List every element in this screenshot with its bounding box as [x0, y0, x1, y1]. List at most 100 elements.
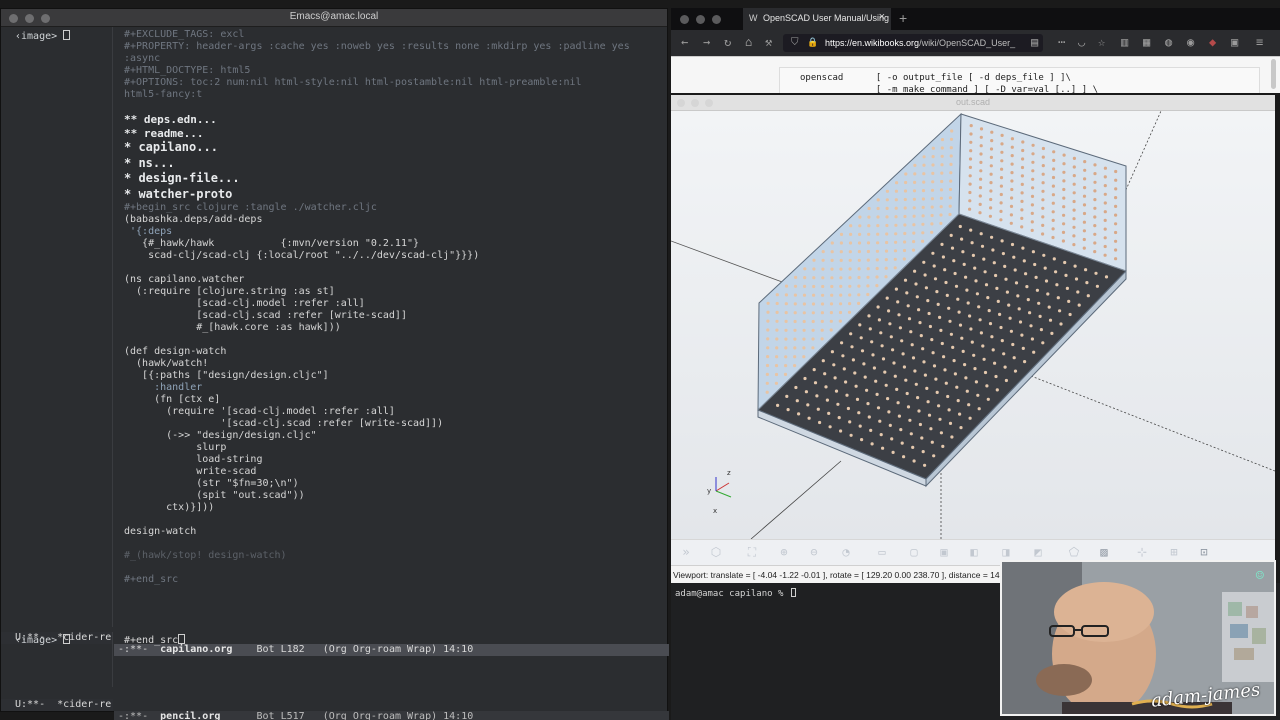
floor-holes — [1021, 346, 1025, 350]
close-tab-icon[interactable]: × — [879, 11, 885, 23]
zoom-window-icon[interactable] — [712, 15, 721, 24]
floor-holes — [825, 398, 829, 402]
code-line: write-scad — [124, 466, 257, 477]
left-wall-holes — [793, 302, 797, 306]
left-wall-holes — [858, 224, 862, 228]
orthogonal-icon[interactable]: ▨ — [1097, 545, 1111, 559]
left-wall-holes — [911, 248, 916, 252]
back-wall-holes — [1021, 140, 1025, 144]
reader-view-icon[interactable]: ▤ — [1031, 36, 1038, 48]
left-wall-holes — [775, 301, 779, 306]
left-wall-holes — [912, 189, 917, 193]
cider-repl-pane[interactable]: ‹image> — [1, 27, 113, 627]
render-icon[interactable]: ⬡ — [709, 545, 723, 559]
bookmark-star-icon[interactable]: ☆ — [1098, 36, 1105, 48]
view-right-icon[interactable]: ▭ — [875, 545, 889, 559]
back-wall-holes — [979, 135, 983, 139]
view-front-icon[interactable]: ◨ — [999, 545, 1013, 559]
pencil-buffer[interactable]: #+end_src — [124, 634, 186, 646]
cider-repl-pane-lower[interactable]: ‹image> — [1, 632, 113, 687]
floor-holes — [923, 373, 927, 377]
floor-holes — [954, 284, 959, 288]
floor-holes — [837, 416, 841, 420]
pencil-end-src: #+end_src — [124, 635, 179, 646]
code-line: #_[hawk.core :as hawk])) — [124, 322, 341, 333]
preview-icon[interactable]: » — [679, 545, 693, 559]
perspective-icon[interactable]: ⬠ — [1067, 545, 1081, 559]
zoom-in-icon[interactable]: ⊕ — [777, 545, 791, 559]
view-all-icon[interactable]: ⛶ — [745, 545, 759, 559]
view-top-icon[interactable]: ▢ — [907, 545, 921, 559]
back-wall-holes — [1114, 178, 1118, 182]
left-wall-holes — [820, 302, 825, 306]
left-wall-holes — [821, 276, 825, 280]
floor-holes — [944, 381, 948, 385]
left-wall-holes — [912, 214, 916, 218]
left-wall-holes — [821, 293, 825, 297]
back-wall-holes — [1010, 145, 1014, 149]
show-edges-icon[interactable]: ⊡ — [1197, 545, 1211, 559]
menu-icon[interactable]: ≡ — [1256, 36, 1263, 48]
back-icon[interactable]: ← — [681, 36, 688, 48]
reload-icon[interactable]: ↻ — [724, 36, 731, 48]
tools-icon[interactable]: ⚒ — [765, 36, 772, 48]
new-tab-icon[interactable]: + — [899, 10, 907, 26]
3d-viewport[interactable]: z y x — [671, 111, 1275, 539]
pocket-icon[interactable]: ◡ — [1078, 36, 1085, 48]
floor-holes — [1032, 350, 1036, 354]
left-wall-holes — [940, 138, 945, 142]
floor-holes — [902, 365, 906, 369]
back-wall-holes — [969, 132, 973, 136]
close-window-icon[interactable] — [680, 15, 689, 24]
floor-holes — [964, 275, 968, 279]
extension-icon-2[interactable]: ◉ — [1187, 36, 1194, 48]
left-wall-holes — [866, 267, 870, 271]
home-icon[interactable]: ⌂ — [745, 36, 752, 48]
minimize-window-icon[interactable] — [696, 15, 705, 24]
floor-holes — [795, 399, 799, 403]
back-wall-holes — [969, 149, 973, 153]
back-wall-holes — [1030, 211, 1034, 215]
extension-icon[interactable]: ◍ — [1165, 36, 1172, 48]
more-icon[interactable]: ⋯ — [1058, 36, 1065, 48]
show-scale-icon[interactable]: ⊞ — [1167, 545, 1181, 559]
left-wall-holes — [839, 284, 843, 288]
library-icon[interactable]: ▥ — [1121, 36, 1128, 48]
floor-holes — [998, 312, 1002, 316]
forward-icon[interactable]: → — [703, 36, 710, 48]
tab-openscad-manual[interactable]: W OpenSCAD User Manual/Using × — [743, 8, 891, 30]
page-scrollbar[interactable] — [1271, 59, 1276, 89]
left-wall-holes — [839, 276, 843, 280]
code-line: ** deps.edn... — [124, 113, 217, 126]
extension-icon-4[interactable]: ▣ — [1231, 36, 1238, 48]
floor-holes — [1077, 303, 1081, 307]
left-wall-holes — [765, 363, 770, 368]
reset-view-icon[interactable]: ◔ — [839, 545, 853, 559]
code-line: [scad-clj.scad :refer [write-scad]] — [124, 310, 407, 321]
floor-holes — [932, 454, 936, 458]
extension-icon-3[interactable]: ◆ — [1209, 36, 1216, 48]
floor-holes — [854, 384, 858, 388]
left-wall-holes — [885, 189, 889, 193]
back-wall-holes — [968, 165, 972, 169]
left-wall-holes — [949, 171, 953, 175]
back-wall-holes — [989, 206, 993, 210]
view-left-icon[interactable]: ◧ — [967, 545, 981, 559]
left-wall-holes — [848, 284, 852, 288]
tab-title: OpenSCAD User Manual/Using — [763, 13, 890, 23]
back-wall-holes — [1093, 206, 1097, 210]
nav-bar: ← → ↻ ⌂ ⚒ ⛉ 🔒 https://en.wikibooks.org/w… — [671, 30, 1280, 56]
left-wall-holes — [884, 258, 888, 262]
url-bar[interactable]: ⛉ 🔒 https://en.wikibooks.org/wiki/OpenSC… — [783, 34, 1043, 52]
sidebar-icon[interactable]: ▦ — [1143, 36, 1150, 48]
code-line: :async — [124, 53, 161, 64]
floor-holes — [970, 340, 974, 344]
back-wall-holes — [1093, 250, 1097, 254]
zoom-out-icon[interactable]: ⊖ — [807, 545, 821, 559]
view-bottom-icon[interactable]: ▣ — [937, 545, 951, 559]
org-code-buffer[interactable]: #+EXCLUDE_TAGS: excl #+PROPERTY: header-a… — [114, 27, 667, 627]
show-axes-icon[interactable]: ⊹ — [1135, 545, 1149, 559]
view-back-icon[interactable]: ◩ — [1031, 545, 1045, 559]
left-wall-holes — [765, 390, 769, 394]
